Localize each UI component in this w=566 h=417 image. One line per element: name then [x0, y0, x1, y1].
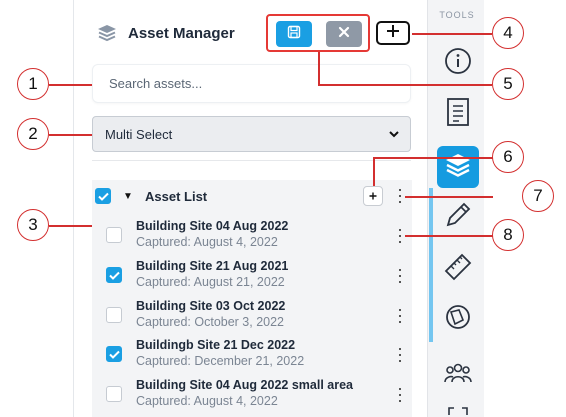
callout-2: 2 — [17, 118, 49, 150]
callout-6: 6 — [492, 141, 524, 173]
document-icon — [445, 97, 471, 132]
panel-title: Asset Manager — [128, 25, 235, 42]
callout-leader — [412, 33, 492, 35]
asset-item-name: Building Site 04 Aug 2022 small area — [136, 378, 353, 392]
close-icon — [338, 25, 350, 43]
callout-leader — [405, 196, 493, 198]
callout-leader — [405, 235, 493, 237]
callout-5: 5 — [492, 68, 524, 100]
active-section-indicator — [429, 188, 433, 342]
collapse-triangle-icon[interactable]: ▼ — [123, 191, 133, 202]
pencil-icon — [443, 200, 473, 235]
mode-select-value: Multi Select — [105, 126, 173, 142]
callout-leader — [318, 84, 492, 86]
asset-item-menu-icon[interactable] — [396, 269, 404, 283]
add-to-list-button[interactable] — [363, 186, 383, 206]
info-tool[interactable] — [437, 42, 479, 84]
info-icon — [443, 46, 473, 81]
save-icon — [287, 25, 301, 44]
callout-4: 4 — [492, 17, 524, 49]
asset-item-checkbox[interactable] — [106, 346, 122, 362]
shape-icon — [443, 302, 473, 337]
shape-tool[interactable] — [437, 298, 479, 340]
asset-list-select-all-checkbox[interactable] — [95, 188, 111, 204]
asset-item-menu-icon[interactable] — [396, 388, 404, 402]
asset-item-menu-icon[interactable] — [396, 348, 404, 362]
asset-item-name: Buildingb Site 21 Dec 2022 — [136, 338, 296, 352]
asset-item-checkbox[interactable] — [106, 267, 122, 283]
users-icon — [443, 360, 473, 391]
asset-item-menu-icon[interactable] — [396, 229, 404, 243]
chevron-down-icon — [388, 128, 400, 143]
pencil-tool[interactable] — [437, 196, 479, 238]
asset-item-name: Building Site 21 Aug 2021 — [136, 259, 289, 273]
cancel-button[interactable] — [326, 21, 362, 47]
asset-item-checkbox[interactable] — [106, 386, 122, 402]
expand-icon — [447, 404, 469, 417]
asset-item-date: Captured: December 21, 2022 — [136, 354, 305, 368]
callout-leader — [49, 84, 92, 86]
expand-tool[interactable] — [437, 404, 479, 417]
users-tool[interactable] — [437, 354, 479, 396]
callout-leader — [318, 52, 320, 85]
layers-icon — [96, 23, 118, 48]
save-cancel-group — [266, 14, 370, 52]
callout-8: 8 — [492, 219, 524, 251]
asset-item-date: Captured: August 4, 2022 — [136, 394, 278, 408]
ruler-tool[interactable] — [437, 248, 479, 290]
divider — [92, 160, 411, 161]
add-asset-button[interactable] — [376, 21, 410, 45]
asset-list-title: Asset List — [145, 189, 208, 204]
tools-label: TOOLS — [439, 10, 475, 20]
plus-icon — [369, 187, 377, 205]
callout-7: 7 — [522, 180, 554, 212]
asset-item-name: Building Site 04 Aug 2022 — [136, 219, 289, 233]
layers-icon — [443, 151, 473, 184]
asset-item-menu-icon[interactable] — [396, 309, 404, 323]
plus-icon — [386, 24, 400, 43]
ruler-icon — [443, 252, 473, 287]
callout-leader — [49, 225, 92, 227]
asset-item-date: Captured: October 3, 2022 — [136, 315, 285, 329]
layers-tool[interactable] — [437, 146, 479, 188]
asset-item-date: Captured: August 21, 2022 — [136, 275, 285, 289]
callout-1: 1 — [17, 68, 49, 100]
asset-item-date: Captured: August 4, 2022 — [136, 235, 278, 249]
callout-leader — [373, 157, 493, 159]
document-tool[interactable] — [437, 93, 479, 135]
callout-3: 3 — [17, 209, 49, 241]
save-button[interactable] — [276, 21, 312, 47]
callout-leader — [49, 134, 92, 136]
asset-list-menu-icon[interactable] — [396, 189, 404, 203]
mode-select[interactable]: Multi Select — [92, 116, 411, 152]
asset-item-checkbox[interactable] — [106, 227, 122, 243]
asset-item-checkbox[interactable] — [106, 307, 122, 323]
asset-item-name: Building Site 03 Oct 2022 — [136, 299, 286, 313]
callout-leader — [373, 157, 375, 186]
